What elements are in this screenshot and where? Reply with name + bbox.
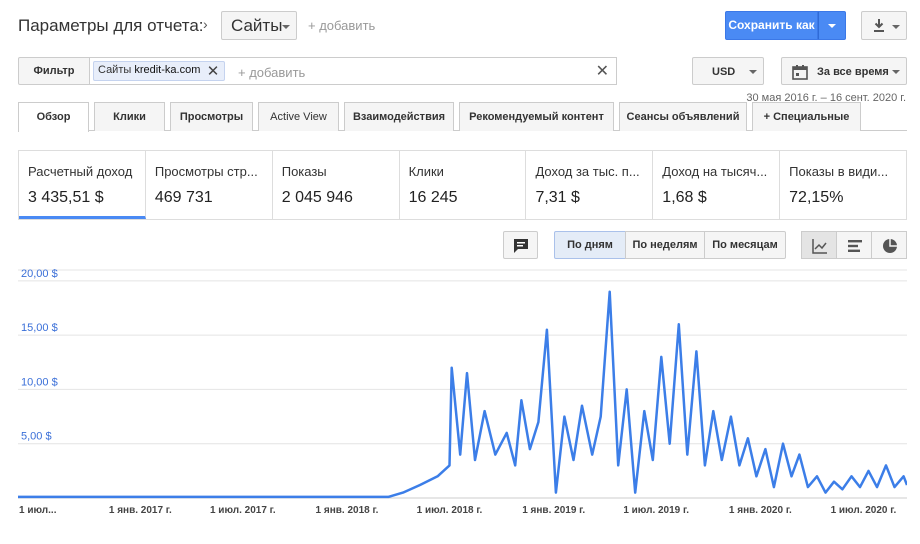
line-chart-toggle[interactable] bbox=[801, 231, 837, 259]
bar-chart-toggle[interactable] bbox=[836, 231, 872, 259]
chevron-down-icon bbox=[892, 70, 900, 74]
download-button[interactable] bbox=[861, 11, 907, 40]
clear-filter-icon[interactable]: ✕ bbox=[596, 61, 609, 81]
filter-chip[interactable]: Сайты kredit-ka.com ✕ bbox=[93, 61, 226, 81]
metric-card[interactable]: Показы 2 045 946 bbox=[273, 151, 400, 219]
pie-chart-icon bbox=[883, 239, 897, 253]
metric-label: Доход на тысяч... bbox=[662, 164, 768, 179]
metric-label: Клики bbox=[408, 164, 444, 179]
chevron-down-icon bbox=[282, 25, 290, 29]
tab-custom[interactable]: + Специальные bbox=[752, 102, 861, 131]
metric-value: 3 435,51 $ bbox=[28, 189, 104, 206]
metric-card[interactable]: Клики 16 245 bbox=[400, 151, 527, 219]
date-range-dropdown[interactable]: За все время bbox=[781, 57, 907, 85]
series-line bbox=[18, 290, 907, 499]
tab-active-view[interactable]: Active View bbox=[258, 102, 339, 131]
pie-chart-toggle[interactable] bbox=[871, 231, 907, 259]
filter-input-box[interactable]: Сайты kredit-ka.com ✕ + добавить ✕ bbox=[89, 57, 617, 85]
tab-recommended-content[interactable]: Рекомендуемый контент bbox=[459, 102, 614, 131]
currency-dropdown[interactable]: USD bbox=[692, 57, 764, 85]
metric-card[interactable]: Показы в види... 72,15% bbox=[780, 151, 906, 219]
revenue-line-chart: 5,00 $ 10,00 $ 15,00 $ 20,00 $ 1 июл... 1 янв… bbox=[18, 268, 907, 516]
x-tick-label: 1 янв. 2018 г. bbox=[316, 505, 379, 516]
metric-value: 1,68 $ bbox=[662, 189, 707, 206]
metric-label: Расчетный доход bbox=[28, 164, 133, 179]
top-bar: Параметры для отчета: › Сайты + добавить… bbox=[0, 0, 920, 52]
metric-label: Просмотры стр... bbox=[154, 164, 258, 179]
metric-label: Показы в види... bbox=[789, 164, 889, 179]
report-tabs: Обзор Клики Просмотры Active View Взаимо… bbox=[18, 102, 907, 132]
metric-label: Доход за тыс. п... bbox=[535, 164, 640, 179]
comment-icon bbox=[514, 239, 528, 253]
dimension-dropdown[interactable]: Сайты bbox=[221, 11, 297, 40]
x-tick-label: 1 июл. 2018 г. bbox=[417, 505, 483, 516]
period-week-button[interactable]: По неделям bbox=[625, 231, 705, 259]
chevron-down-icon bbox=[828, 24, 836, 28]
save-as-button[interactable]: Сохранить как bbox=[725, 11, 818, 40]
x-tick-label: 1 июл. 2020 г. bbox=[831, 505, 897, 516]
metric-value: 72,15% bbox=[789, 189, 844, 206]
metric-card[interactable]: Расчетный доход 3 435,51 $ bbox=[19, 151, 146, 219]
x-tick-label: 1 янв. 2019 г. bbox=[522, 505, 585, 516]
y-tick-label: 20,00 $ bbox=[21, 268, 58, 280]
x-tick-label: 1 янв. 2017 г. bbox=[109, 505, 172, 516]
metric-value: 16 245 bbox=[408, 189, 458, 206]
filter-chip-prefix: Сайты bbox=[98, 64, 132, 76]
bar-chart-icon bbox=[848, 240, 862, 252]
x-tick-label: 1 янв. 2020 г. bbox=[729, 505, 792, 516]
chevron-down-icon bbox=[749, 70, 757, 74]
download-icon bbox=[874, 19, 884, 32]
metric-card[interactable]: Доход за тыс. п... 7,31 $ bbox=[526, 151, 654, 219]
y-tick-label: 15,00 $ bbox=[21, 322, 58, 334]
calendar-icon bbox=[792, 65, 808, 80]
x-tick-label: 1 июл... bbox=[19, 505, 57, 516]
currency-label: USD bbox=[712, 66, 736, 78]
filter-chip-value: kredit-ka.com bbox=[134, 64, 201, 76]
filter-add-input[interactable]: + добавить bbox=[238, 65, 305, 80]
dimension-label: Сайты bbox=[231, 16, 283, 35]
add-dimension-link[interactable]: + добавить bbox=[308, 18, 375, 33]
close-icon[interactable]: ✕ bbox=[207, 62, 220, 80]
tab-interactions[interactable]: Взаимодействия bbox=[344, 102, 454, 131]
metric-card[interactable]: Просмотры стр... 469 731 bbox=[146, 151, 273, 219]
metric-label: Показы bbox=[281, 164, 327, 179]
page-title: Параметры для отчета: bbox=[18, 16, 204, 35]
y-tick-label: 5,00 $ bbox=[21, 431, 52, 443]
metric-value: 2 045 946 bbox=[281, 189, 353, 206]
tab-clicks[interactable]: Клики bbox=[94, 102, 165, 131]
save-options-dropdown[interactable] bbox=[818, 11, 846, 40]
metric-card[interactable]: Доход на тысяч... 1,68 $ bbox=[653, 151, 781, 219]
metric-value: 469 731 bbox=[154, 189, 213, 206]
filter-button[interactable]: Фильтр bbox=[18, 57, 90, 85]
period-day-button[interactable]: По дням bbox=[554, 231, 626, 259]
annotation-button[interactable] bbox=[503, 231, 538, 259]
tab-overview[interactable]: Обзор bbox=[18, 102, 89, 132]
date-range-label: За все время bbox=[817, 66, 889, 78]
period-month-button[interactable]: По месяцам bbox=[704, 231, 786, 259]
metric-scorecards: Расчетный доход 3 435,51 $ Просмотры стр… bbox=[18, 150, 907, 220]
tab-views[interactable]: Просмотры bbox=[170, 102, 253, 131]
chevron-down-icon bbox=[892, 25, 900, 29]
y-tick-label: 10,00 $ bbox=[21, 376, 58, 388]
x-tick-label: 1 июл. 2019 г. bbox=[623, 505, 689, 516]
chevron-right-icon: › bbox=[203, 16, 208, 32]
tab-ad-sessions[interactable]: Сеансы объявлений bbox=[619, 102, 747, 131]
line-chart-icon bbox=[812, 239, 827, 254]
x-tick-label: 1 июл. 2017 г. bbox=[210, 505, 276, 516]
metric-value: 7,31 $ bbox=[535, 189, 580, 206]
